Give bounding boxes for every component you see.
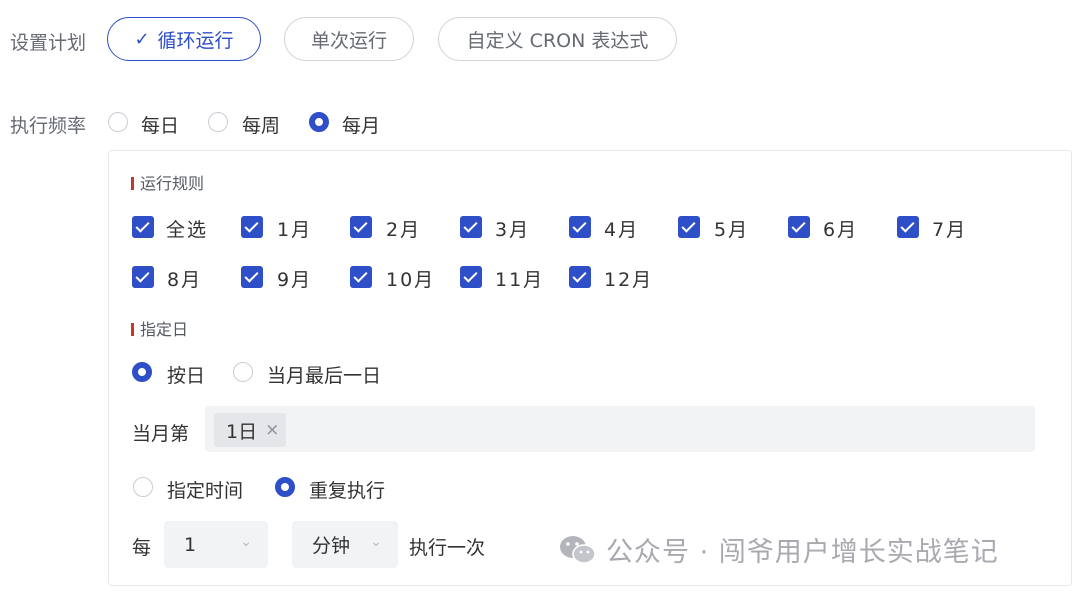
day-radio-by-day[interactable] (132, 362, 152, 382)
checkbox-month-2[interactable] (350, 216, 372, 238)
checkbox-month-12-label[interactable]: 12月 (604, 265, 653, 292)
time-radio-repeat[interactable] (275, 477, 295, 497)
checkbox-select-all-label[interactable]: 全选 (166, 215, 208, 242)
interval-value: 1 (184, 533, 197, 556)
schedule-option-loop[interactable]: ✓ 循环运行 (107, 17, 261, 61)
day-by-day-label[interactable]: 按日 (167, 361, 205, 388)
every-label: 每 (132, 537, 152, 559)
specified-day-section-text: 指定日 (140, 320, 189, 339)
frequency-label: 执行频率 (10, 115, 87, 137)
checkbox-month-1[interactable] (241, 216, 263, 238)
checkbox-select-all[interactable] (132, 216, 154, 238)
frequency-radio-weekly[interactable] (208, 112, 228, 132)
frequency-weekly-label[interactable]: 每周 (242, 111, 280, 138)
wechat-icon (560, 535, 596, 564)
day-radio-last-day[interactable] (233, 362, 253, 382)
checkbox-month-2-label[interactable]: 2月 (386, 215, 421, 242)
checkbox-month-9[interactable] (241, 266, 263, 288)
checkbox-month-12[interactable] (569, 266, 591, 288)
checkbox-month-10-label[interactable]: 10月 (386, 265, 435, 292)
watermark: 公众号 · 闯爷用户增长实战笔记 (558, 530, 999, 569)
checkbox-month-10[interactable] (350, 266, 372, 288)
checkbox-month-5[interactable] (678, 216, 700, 238)
schedule-option-cron-label: 自定义 CRON 表达式 (466, 29, 649, 52)
schedule-option-once-label: 单次运行 (310, 29, 387, 52)
section-marker (131, 177, 134, 190)
checkbox-month-11-label[interactable]: 11月 (495, 265, 544, 292)
time-specified-label[interactable]: 指定时间 (167, 476, 243, 503)
day-tag: 1日 × (214, 413, 286, 447)
schedule-option-once[interactable]: 单次运行 (284, 17, 414, 61)
chevron-down-icon: ⌄ (240, 534, 252, 550)
chevron-down-icon: ⌄ (370, 534, 382, 550)
frequency-monthly-label[interactable]: 每月 (342, 111, 380, 138)
frequency-radio-daily[interactable] (108, 112, 128, 132)
rules-section-title: 运行规则 (131, 170, 204, 194)
day-last-day-label[interactable]: 当月最后一日 (267, 361, 381, 388)
check-icon: ✓ (134, 28, 150, 50)
day-tag-label: 1日 (226, 420, 258, 443)
checkbox-month-9-label[interactable]: 9月 (277, 265, 312, 292)
schedule-label: 设置计划 (10, 32, 87, 54)
checkbox-month-4-label[interactable]: 4月 (604, 215, 639, 242)
section-marker (131, 323, 134, 336)
checkbox-month-7-label[interactable]: 7月 (932, 215, 967, 242)
checkbox-month-7[interactable] (897, 216, 919, 238)
frequency-radio-monthly[interactable] (309, 112, 329, 132)
checkbox-month-8-label[interactable]: 8月 (167, 265, 202, 292)
checkbox-month-1-label[interactable]: 1月 (277, 215, 312, 242)
checkbox-month-11[interactable] (460, 266, 482, 288)
specified-day-section-title: 指定日 (131, 316, 188, 340)
checkbox-month-6[interactable] (788, 216, 810, 238)
schedule-option-cron[interactable]: 自定义 CRON 表达式 (438, 17, 677, 61)
month-day-label: 当月第 (132, 423, 190, 445)
rules-section-text: 运行规则 (140, 174, 205, 193)
execute-once-label: 执行一次 (409, 537, 486, 559)
schedule-option-loop-label: 循环运行 (157, 29, 234, 52)
close-icon[interactable]: × (265, 420, 279, 440)
unit-value: 分钟 (312, 535, 351, 557)
time-repeat-label[interactable]: 重复执行 (309, 476, 385, 503)
checkbox-month-8[interactable] (132, 266, 154, 288)
checkbox-month-3[interactable] (460, 216, 482, 238)
checkbox-month-6-label[interactable]: 6月 (823, 215, 858, 242)
month-day-select[interactable] (205, 406, 1035, 452)
checkbox-month-5-label[interactable]: 5月 (714, 215, 749, 242)
checkbox-month-4[interactable] (569, 216, 591, 238)
watermark-text: 公众号 · 闯爷用户增长实战笔记 (606, 537, 999, 568)
checkbox-month-3-label[interactable]: 3月 (495, 215, 530, 242)
interval-select[interactable]: 1 ⌄ (164, 521, 268, 568)
time-radio-specified[interactable] (133, 477, 153, 497)
unit-select[interactable]: 分钟 ⌄ (292, 521, 398, 568)
frequency-daily-label[interactable]: 每日 (141, 111, 179, 138)
